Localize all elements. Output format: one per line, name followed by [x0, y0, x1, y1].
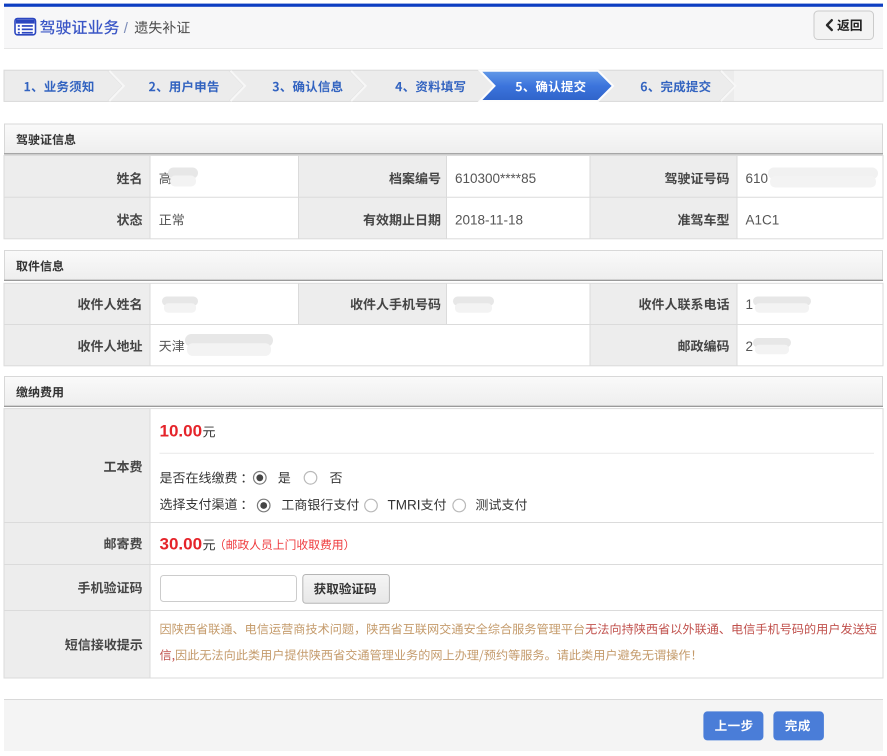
- svg-text:2018-11-18: 2018-11-18: [455, 213, 523, 228]
- svg-text:TMRI: TMRI: [388, 498, 421, 513]
- svg-text:610: 610: [746, 171, 769, 186]
- svg-text:610300****85: 610300****85: [455, 171, 536, 186]
- svg-text:10.00: 10.00: [160, 422, 203, 441]
- svg-text:A1C1: A1C1: [746, 213, 780, 228]
- svg-text:30.00: 30.00: [160, 535, 203, 554]
- svg-text:2: 2: [746, 339, 754, 354]
- svg-text:1: 1: [746, 297, 754, 312]
